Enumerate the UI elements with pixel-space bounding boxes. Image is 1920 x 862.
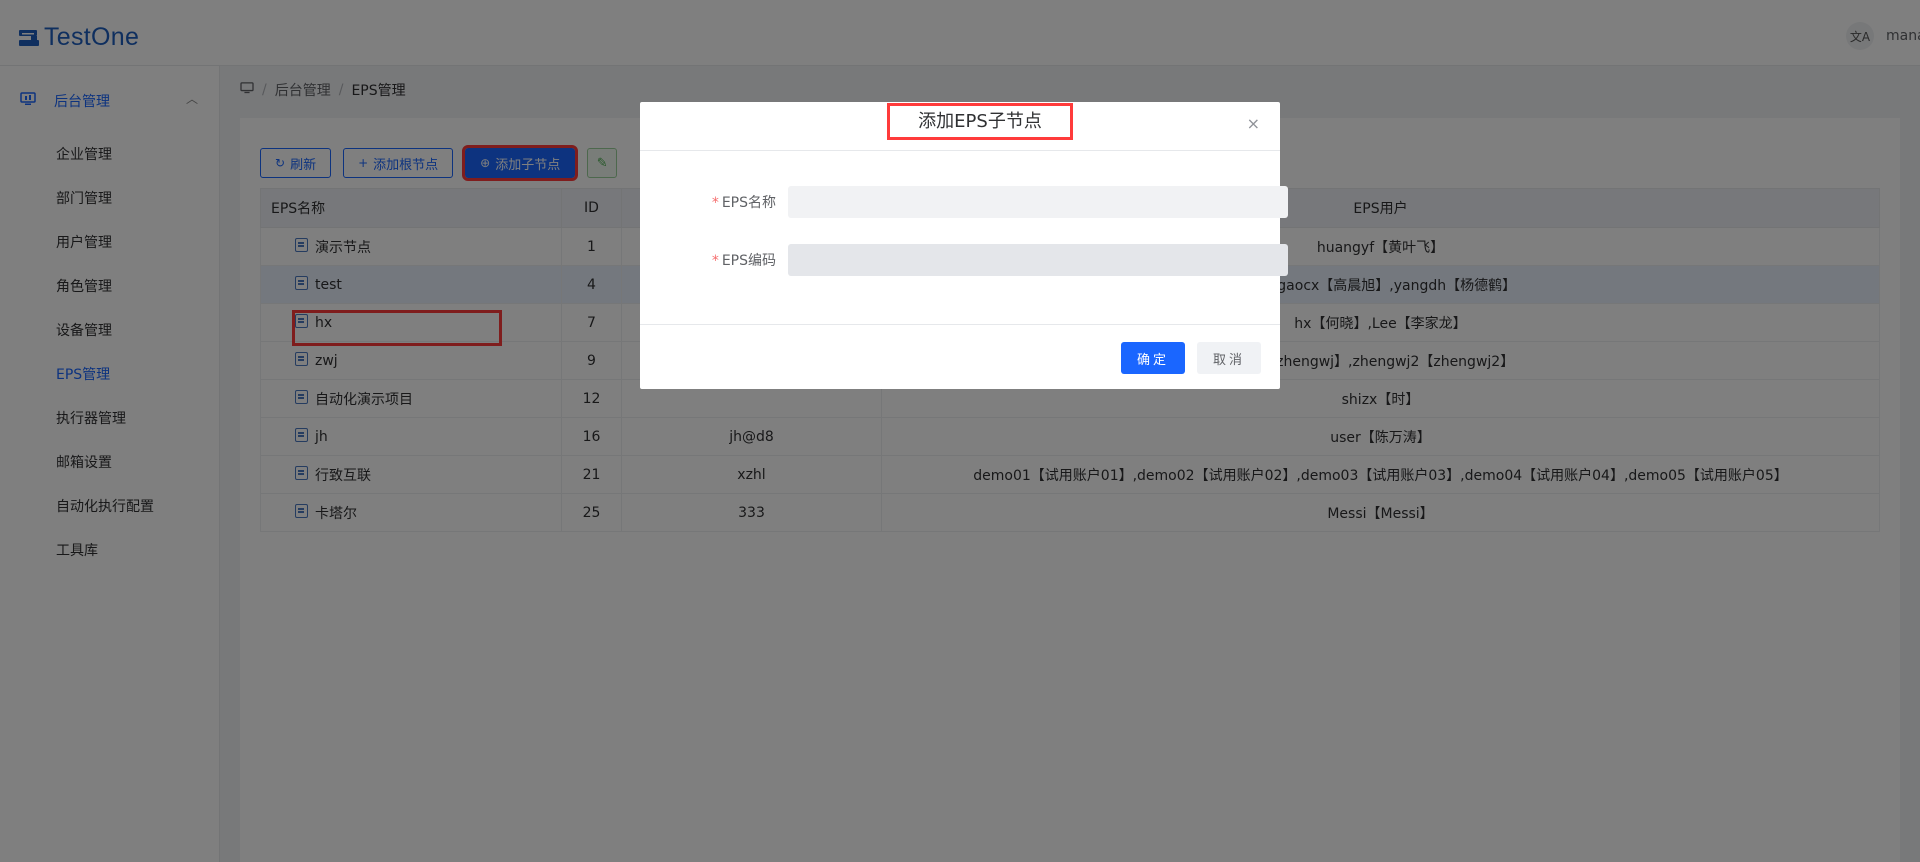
required-mark: *: [711, 195, 719, 211]
close-icon[interactable]: ×: [1247, 114, 1260, 133]
dialog-header-divider: [640, 150, 1280, 151]
required-mark: *: [711, 253, 719, 269]
eps-name-input[interactable]: [788, 186, 1288, 218]
eps-code-label: * EPS编码: [680, 250, 788, 270]
eps-name-label: * EPS名称: [680, 192, 788, 212]
eps-name-label-text: EPS名称: [721, 195, 776, 211]
eps-code-row: * EPS编码: [680, 244, 1288, 276]
confirm-button[interactable]: 确定: [1121, 342, 1185, 374]
dialog-title: 添加EPS子节点: [887, 103, 1073, 140]
dialog-footer-divider: [640, 324, 1280, 325]
eps-name-row: * EPS名称: [680, 186, 1288, 218]
eps-code-input[interactable]: [788, 244, 1288, 276]
add-child-node-dialog: 添加EPS子节点 × * EPS名称 * EPS编码 确定 取消: [640, 102, 1288, 389]
eps-code-label-text: EPS编码: [721, 253, 776, 269]
cancel-button[interactable]: 取消: [1197, 342, 1261, 374]
